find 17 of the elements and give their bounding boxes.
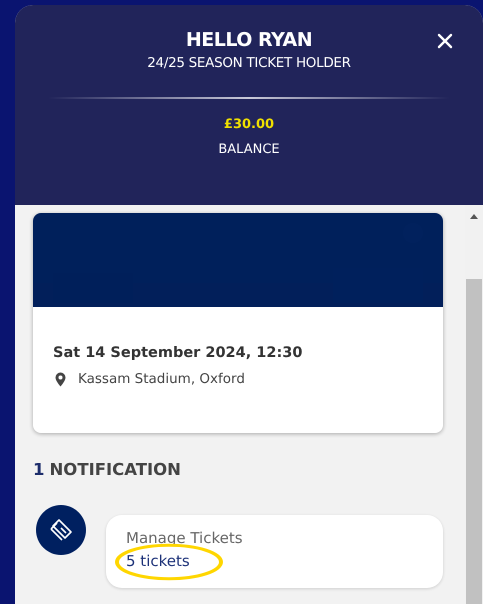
- scroll-thumb[interactable]: [466, 279, 482, 604]
- close-button[interactable]: [437, 33, 453, 49]
- balance-label: BALANCE: [218, 142, 280, 157]
- membership-label: 24/25 SEASON TICKET HOLDER: [147, 55, 351, 71]
- scroll-up-icon[interactable]: [470, 213, 478, 219]
- notification-count: 1: [33, 460, 44, 479]
- location-pin-icon: [55, 372, 66, 386]
- balance-amount: £30.00: [224, 117, 274, 132]
- event-venue: Kassam Stadium, Oxford: [78, 371, 245, 387]
- notification-card[interactable]: Manage Tickets 5 tickets: [106, 515, 443, 588]
- notification-title: Manage Tickets: [126, 529, 244, 547]
- event-date: Sat 14 September 2024, 12:30: [53, 345, 304, 361]
- tickets-icon: [36, 505, 86, 555]
- event-card[interactable]: Sat 14 September 2024, 12:30 Kassam Stadium, Oxford: [33, 213, 443, 433]
- close-icon: [437, 33, 453, 49]
- notification-heading: NOTIFICATION: [49, 460, 181, 479]
- greeting: HELLO RYAN: [186, 29, 312, 51]
